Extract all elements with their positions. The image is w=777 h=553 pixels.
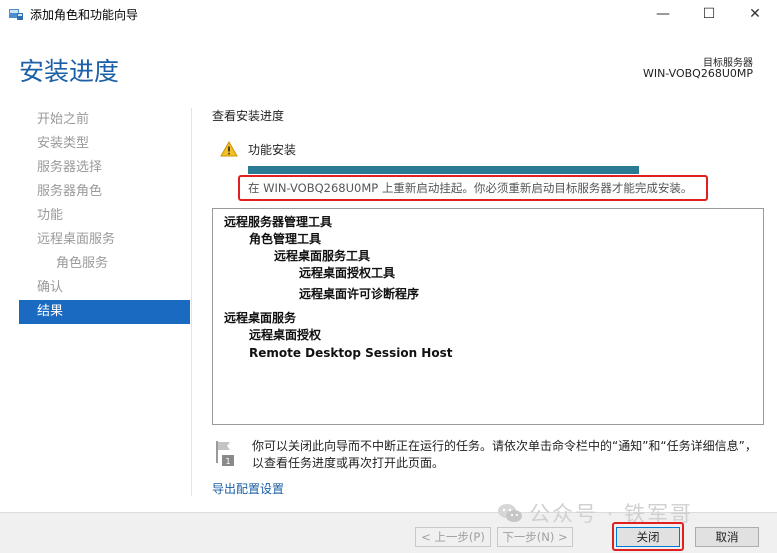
cancel-button[interactable]: 取消 bbox=[695, 527, 759, 547]
title-bar: 添加角色和功能向导 — ☐ ✕ bbox=[0, 0, 777, 28]
nav-item-server-roles[interactable]: 服务器角色 bbox=[19, 180, 190, 204]
result-item: Remote Desktop Session Host bbox=[249, 346, 453, 360]
installation-results-list: 远程服务器管理工具 角色管理工具 远程桌面服务工具 远程桌面授权工具 远程桌面许… bbox=[212, 208, 764, 425]
page-title: 安装进度 bbox=[19, 57, 120, 86]
wizard-nav: 开始之前 安装类型 服务器选择 服务器角色 功能 远程桌面服务 角色服务 确认 … bbox=[19, 108, 190, 324]
previous-button[interactable]: < 上一步(P) bbox=[415, 527, 491, 547]
result-item: 远程桌面许可诊断程序 bbox=[299, 287, 420, 301]
warning-icon bbox=[220, 140, 238, 161]
nav-item-features[interactable]: 功能 bbox=[19, 204, 190, 228]
export-configuration-link[interactable]: 导出配置设置 bbox=[212, 480, 284, 497]
nav-divider bbox=[191, 108, 192, 496]
nav-item-before-you-begin[interactable]: 开始之前 bbox=[19, 108, 190, 132]
result-item: 远程服务器管理工具 bbox=[224, 215, 333, 229]
nav-item-server-selection[interactable]: 服务器选择 bbox=[19, 156, 190, 180]
next-button[interactable]: 下一步(N) > bbox=[497, 527, 573, 547]
minimize-button[interactable]: — bbox=[640, 0, 686, 28]
result-item: 远程桌面授权工具 bbox=[299, 266, 396, 280]
flag-icon: 1 bbox=[214, 439, 236, 471]
result-item: 角色管理工具 bbox=[249, 232, 322, 246]
result-item: 远程桌面服务工具 bbox=[274, 249, 371, 263]
target-server-name: WIN-VOBQ268U0MP bbox=[642, 67, 753, 80]
nav-item-results[interactable]: 结果 bbox=[19, 300, 190, 324]
feature-installation-label: 功能安装 bbox=[248, 143, 297, 157]
restart-pending-message: 在 WIN-VOBQ268U0MP 上重新启动挂起。你必须重新启动目标服务器才能… bbox=[248, 181, 693, 195]
svg-text:1: 1 bbox=[225, 457, 230, 466]
nav-item-confirmation[interactable]: 确认 bbox=[19, 276, 190, 300]
nav-item-installation-type[interactable]: 安装类型 bbox=[19, 132, 190, 156]
maximize-button[interactable]: ☐ bbox=[686, 0, 732, 28]
close-button[interactable]: 关闭 bbox=[616, 527, 680, 547]
progress-fill bbox=[248, 166, 639, 174]
nav-item-role-services[interactable]: 角色服务 bbox=[19, 252, 190, 276]
installation-progress-bar bbox=[248, 166, 639, 174]
background-task-notice: 你可以关闭此向导而不中断正在运行的任务。请依次单击命令栏中的“通知”和“任务详细… bbox=[252, 439, 757, 470]
window-title: 添加角色和功能向导 bbox=[30, 8, 139, 22]
close-window-button[interactable]: ✕ bbox=[732, 0, 777, 28]
nav-item-remote-desktop-services[interactable]: 远程桌面服务 bbox=[19, 228, 190, 252]
wechat-icon bbox=[497, 502, 523, 529]
result-item: 远程桌面授权 bbox=[249, 328, 322, 342]
section-title: 查看安装进度 bbox=[212, 109, 285, 123]
result-item: 远程桌面服务 bbox=[224, 311, 297, 325]
server-manager-icon bbox=[8, 6, 24, 22]
